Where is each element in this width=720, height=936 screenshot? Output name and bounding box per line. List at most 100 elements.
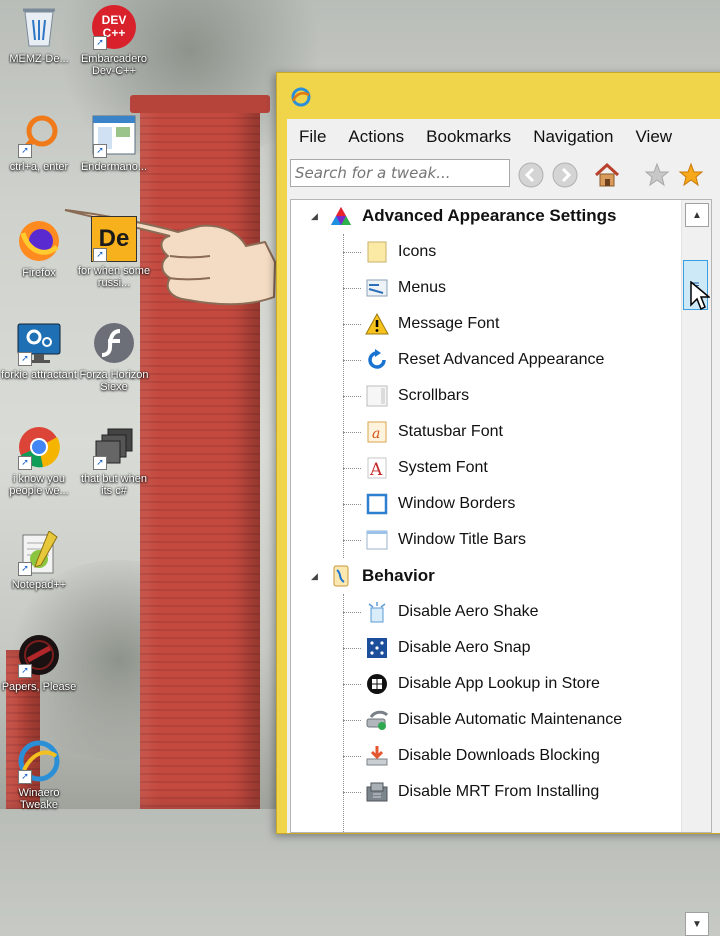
add-bookmark-button[interactable] [643,161,671,189]
shortcut-arrow-icon: ➚ [93,144,107,158]
desktop-icon-memz[interactable]: MEMZ-De... [0,4,78,65]
tree-item-scrollbars[interactable]: Scrollbars [365,378,469,414]
collapse-arrow-icon[interactable]: ◢ [311,211,318,222]
shortcut-arrow-icon: ➚ [18,144,32,158]
menu-view[interactable]: View [625,122,684,152]
menu-actions[interactable]: Actions [337,122,415,152]
tree-connector [343,720,361,721]
desktop-icon-endermanch[interactable]: ➚ Endermano... [75,112,153,173]
desktop-icon-winaero[interactable]: ➚ Winaero Tweake [0,738,78,811]
shortcut-arrow-icon: ➚ [18,770,32,784]
desktop-icon-forkie[interactable]: ➚ forkie attractant [0,320,78,381]
magnifier-icon: ➚ [16,112,62,158]
mrt-icon [365,780,389,804]
desktop-icon-label: ctrl+a, enter [9,161,69,173]
desktop-icon-label: Notepad++ [11,579,67,591]
tree-connector [343,252,361,253]
tree-item-disable-downloads-blocking[interactable]: Disable Downloads Blocking [365,738,600,774]
aero-shake-icon [365,600,389,624]
tree-item-reset-appearance[interactable]: Reset Advanced Appearance [365,342,604,378]
winaero-icon: ➚ [16,738,62,784]
desktop-icon-ctrl-a-enter[interactable]: ➚ ctrl+a, enter [0,112,78,173]
desktop-icon-label: MEMZ-De... [9,53,69,65]
desktop-icon-label: Firefox [22,267,56,279]
window-border-icon [365,492,389,516]
home-button[interactable] [593,161,621,189]
tree-item-statusbar-font[interactable]: a Statusbar Font [365,414,503,450]
tree-connector [343,288,361,289]
shortcut-arrow-icon: ➚ [93,456,107,470]
tree-item-label: Statusbar Font [398,423,503,440]
tree-item-disable-mrt-install[interactable]: Disable MRT From Installing [365,774,599,810]
tree-connector [343,756,361,757]
desktop-icon-papers-please[interactable]: ➚ Papers, Please [0,632,78,693]
warning-icon [365,312,389,336]
desktop-icon-notepadpp[interactable]: ➚ Notepad++ [0,530,78,591]
tree-item-system-font[interactable]: A System Font [365,450,488,486]
tree-item-disable-app-lookup[interactable]: Disable App Lookup in Store [365,666,600,702]
scroll-up-button[interactable]: ▲ [685,203,709,227]
bookmarks-star-icon [678,162,704,187]
tree-item-label: System Font [398,459,488,476]
maintenance-icon [365,708,389,732]
papers-please-icon: ➚ [16,632,62,678]
collapse-arrow-icon[interactable]: ◢ [311,571,318,582]
tree-connector [343,396,361,397]
tweaks-tree[interactable]: ◢ Advanced Appearance Settings Icons Men… [291,200,681,832]
back-button[interactable] [517,161,545,189]
tree-item-label: Disable Aero Shake [398,603,539,620]
tree-item-window-title-bars[interactable]: Window Title Bars [365,522,526,558]
tree-item-label: Menus [398,279,447,296]
desktop-icon-label: Endermano... [80,161,148,173]
tree-item-disable-auto-maintenance[interactable]: Disable Automatic Maintenance [365,702,622,738]
shortcut-arrow-icon: ➚ [18,456,32,470]
menus-icon [365,276,389,300]
desktop-icon-that-but-csharp[interactable]: ➚ that but when its c# [75,424,153,497]
tree-connector [343,360,361,361]
scroll-down-button[interactable]: ▼ [685,912,709,936]
tree-item-label: Message Font [398,315,500,332]
store-icon [365,672,389,696]
monitor-gear-icon: ➚ [16,320,62,366]
flash-icon [91,320,137,366]
shortcut-arrow-icon: ➚ [93,36,107,50]
tree-item-menus[interactable]: Menus [365,270,446,306]
menu-file[interactable]: File [287,122,337,152]
window-title-bar[interactable] [277,73,720,119]
desktop-icon-label: Embarcadero Dev-C++ [80,53,148,77]
tree-connector [343,540,361,541]
search-input[interactable] [290,159,510,187]
desktop-icon-label: that but when its c# [80,473,148,497]
tree-item-label: Window Borders [398,495,516,512]
firefox-icon [16,218,62,264]
toolbar [287,157,720,193]
menu-bookmarks[interactable]: Bookmarks [415,122,522,152]
desktop-icon-de-app[interactable]: De ➚ for when some russi... [75,216,153,289]
tree-item-window-borders[interactable]: Window Borders [365,486,515,522]
appearance-icon [329,204,353,228]
desktop-icon-label: i know you people we... [9,473,69,497]
desktop-icon-devcpp[interactable]: DEV C++ ➚ Embarcadero Dev-C++ [75,4,153,77]
desktop-icon-chrome[interactable]: ➚ i know you people we... [0,424,78,497]
forward-button[interactable] [551,161,579,189]
system-font-icon: A [365,456,389,480]
app-window[interactable]: File Actions Bookmarks Navigation View S… [276,72,720,936]
tree-category-advanced-appearance[interactable]: Advanced Appearance Settings [329,200,616,234]
menu-navigation[interactable]: Navigation [522,122,624,152]
tree-item-icons[interactable]: Icons [365,234,436,270]
tree-connector [343,468,361,469]
desktop-icon-firefox[interactable]: Firefox [0,218,78,279]
desktop-icon-forza[interactable]: Forza Horizon Siexe [75,320,153,393]
tree-item-message-font[interactable]: Message Font [365,306,499,342]
statusbar-font-icon: a [365,420,389,444]
tree-connector [343,612,361,613]
shortcut-arrow-icon: ➚ [18,562,32,576]
tree-connector [343,648,361,649]
stack-windows-icon: ➚ [91,424,137,470]
tree-category-behavior[interactable]: Behavior [329,558,435,594]
desktop-icon-label: for when some russi... [77,265,151,289]
tree-item-disable-aero-shake[interactable]: Disable Aero Shake [365,594,539,630]
tree-item-disable-aero-snap[interactable]: Disable Aero Snap [365,630,531,666]
bookmarks-button[interactable] [677,161,705,189]
menu-bar: File Actions Bookmarks Navigation View [287,119,720,155]
